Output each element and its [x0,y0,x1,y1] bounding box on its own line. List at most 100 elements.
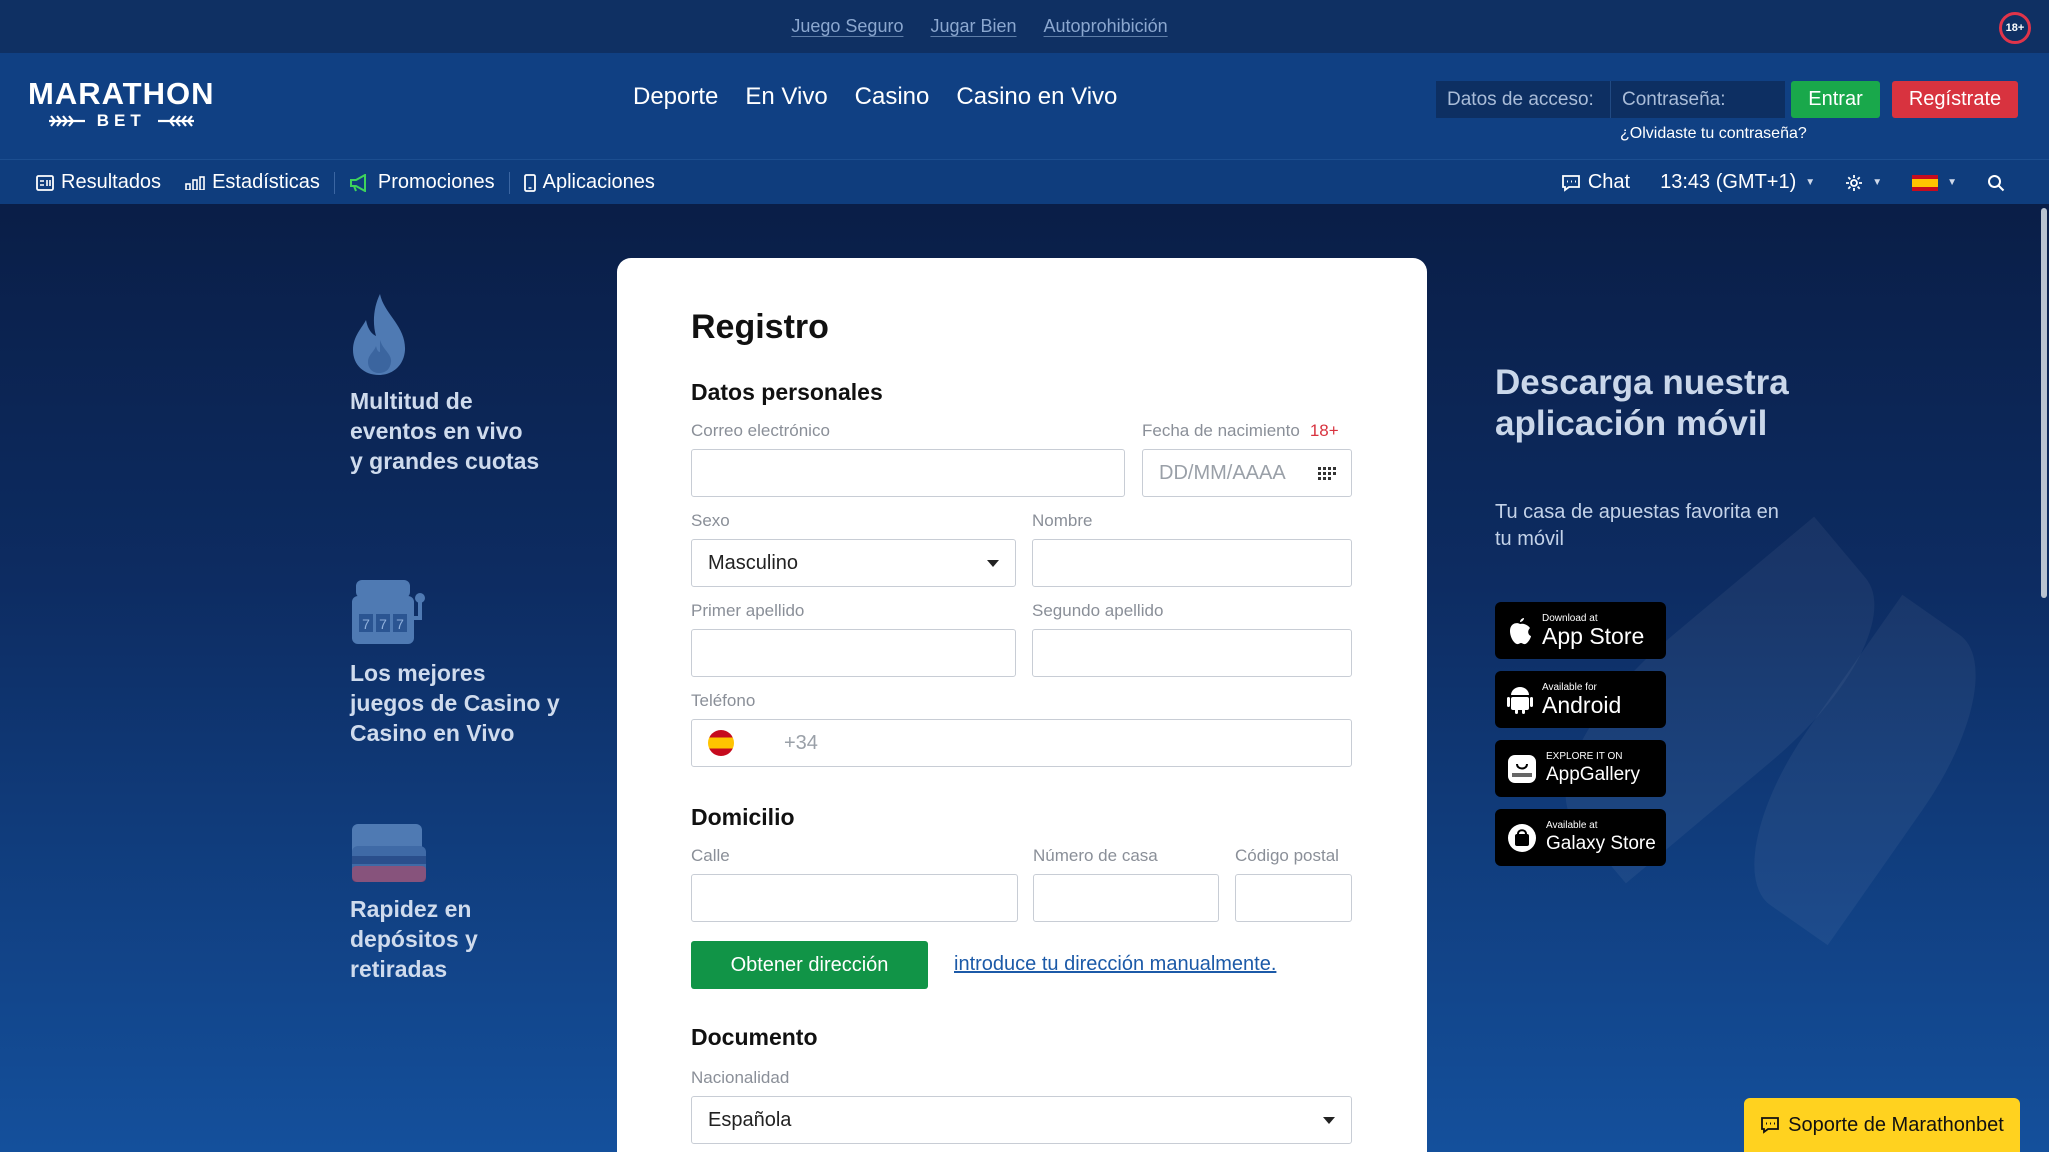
slot-machine-icon: 7 7 7 [352,580,425,644]
link-juego-seguro[interactable]: Juego Seguro [791,16,903,37]
house-number-label: Número de casa [1033,846,1158,865]
email-label: Correo electrónico [691,421,830,440]
sex-value: Masculino [708,551,799,574]
search-button[interactable] [1987,174,2005,192]
page-title: Registro [691,308,829,346]
feature-payments-text: Rapidez en depósitos y retiradas [350,896,478,982]
subnav-resultados[interactable]: Resultados [36,171,161,194]
feature-casino: 7 7 7 Los mejores juegos de Casino y Cas… [350,578,560,748]
feature-live-events-text: Multitud de eventos en vivo y grandes cu… [350,388,540,474]
birthdate-placeholder: DD/MM/AAAA [1159,461,1286,484]
galaxy-store-big: Galaxy Store [1546,832,1656,854]
street-label: Calle [691,846,730,865]
safety-links: Juego Seguro Jugar Bien Autoprohibición [791,16,1167,37]
sub-header: Resultados Estadísticas Promociones Apli… [0,159,2049,204]
subnav-aplicaciones[interactable]: Aplicaciones [523,171,655,194]
house-number-field[interactable] [1033,874,1219,922]
time-selector[interactable]: 13:43 (GMT+1) ▼ [1660,171,1815,194]
flame-icon [353,294,406,375]
nav-en-vivo[interactable]: En Vivo [745,83,827,111]
subnav-promociones-label: Promociones [377,171,495,193]
manual-address-link[interactable]: introduce tu dirección manualmente. [954,953,1276,976]
link-jugar-bien[interactable]: Jugar Bien [930,16,1016,37]
postal-code-field[interactable] [1235,874,1352,922]
svg-text:7: 7 [396,616,404,632]
android-small: Available for [1542,681,1597,693]
calendar-icon[interactable] [1315,465,1337,483]
document-title: Documento [691,1024,818,1050]
app-store-small: Download at [1542,612,1598,624]
galaxy-store-button[interactable]: Available at Galaxy Store [1495,809,1666,866]
phone-prefix: +34 [784,731,818,754]
enter-button[interactable]: Entrar [1791,81,1880,118]
subnav-left: Resultados Estadísticas Promociones Apli… [36,160,679,205]
chevron-down-icon: ▼ [1872,177,1883,188]
safety-bar: Juego Seguro Jugar Bien Autoprohibición … [0,0,2049,53]
spain-flag-icon[interactable] [708,730,734,756]
galaxy-store-text: Available at Galaxy Store [1546,820,1656,856]
support-label: Soporte de Marathonbet [1788,1113,2004,1136]
phone-field[interactable]: +34 [691,719,1352,767]
name-field[interactable] [1032,539,1352,587]
feature-live-events: Multitud de eventos en vivo y grandes cu… [350,292,540,476]
appgallery-small: EXPLORE IT ON [1546,750,1623,762]
main-nav: Deporte En Vivo Casino Casino en Vivo [633,83,1117,111]
search-icon [1988,174,2005,191]
surname2-field[interactable] [1032,629,1352,677]
logo-subtitle: BET [28,111,215,131]
nav-deporte[interactable]: Deporte [633,83,718,111]
galaxy-store-icon [1508,823,1536,852]
chevron-down-icon [1323,1117,1335,1124]
android-button[interactable]: Available for Android [1495,671,1666,728]
subnav-estadisticas-label: Estadísticas [212,171,320,193]
gear-icon [1846,174,1863,191]
subnav-aplicaciones-label: Aplicaciones [542,171,655,193]
spain-flag-icon [1912,174,1939,191]
age-requirement: 18+ [1309,421,1339,440]
scrollbar-thumb[interactable] [2041,208,2047,598]
birthdate-label-text: Fecha de nacimiento [1142,421,1300,440]
postal-code-label: Código postal [1235,846,1339,865]
chevron-down-icon: ▼ [1805,177,1816,188]
forgot-password-link[interactable]: ¿Olvidaste tu contraseña? [1620,125,1807,143]
subnav-promociones[interactable]: Promociones [349,171,495,194]
subnav-estadisticas[interactable]: Estadísticas [185,171,320,194]
email-field[interactable] [691,449,1125,497]
password-input[interactable]: Contraseña: [1611,81,1785,118]
nav-casino[interactable]: Casino [855,83,930,111]
app-store-button[interactable]: Download at App Store [1495,602,1666,659]
megaphone-icon [349,173,366,192]
username-input[interactable]: Datos de acceso: [1436,81,1611,118]
nationality-select[interactable]: Española [691,1096,1352,1144]
chat-button[interactable]: Chat [1561,171,1630,194]
credit-cards-icon [352,824,426,882]
android-text: Available for Android [1542,682,1621,718]
sex-select[interactable]: Masculino [691,539,1016,587]
nav-casino-en-vivo[interactable]: Casino en Vivo [956,83,1117,111]
language-selector[interactable]: ▼ [1912,174,1957,191]
surname1-field[interactable] [691,629,1016,677]
appgallery-big: AppGallery [1546,763,1640,785]
settings-button[interactable]: ▼ [1845,174,1882,192]
logo[interactable]: MARATHON BET [28,78,215,131]
support-button[interactable]: Soporte de Marathonbet [1744,1098,2020,1152]
apple-icon [1510,617,1531,644]
subnav-divider [333,171,335,194]
birthdate-label: Fecha de nacimiento 18+ [1142,421,1339,441]
huawei-icon [1508,754,1536,783]
feature-casino-text: Los mejores juegos de Casino y Casino en… [350,660,560,746]
surname2-label: Segundo apellido [1032,601,1164,620]
app-promo-subtitle: Tu casa de apuestas favorita en tu móvil [1495,501,1779,550]
age-badge: 18+ [1999,12,2031,44]
phone-label: Teléfono [691,691,756,710]
birthdate-field[interactable]: DD/MM/AAAA [1142,449,1352,497]
link-autoprohibicion[interactable]: Autoprohibición [1044,16,1168,37]
get-address-button[interactable]: Obtener dirección [691,941,928,989]
register-button[interactable]: Regístrate [1892,81,2018,118]
appgallery-button[interactable]: EXPLORE IT ON AppGallery [1495,740,1666,797]
app-store-text: Download at App Store [1542,613,1644,649]
chat-icon [1561,174,1580,192]
login-box: Datos de acceso: Contraseña: Entrar Regí… [1436,81,2018,118]
street-field[interactable] [691,874,1018,922]
feature-payments: Rapidez en depósitos y retiradas [350,822,540,984]
